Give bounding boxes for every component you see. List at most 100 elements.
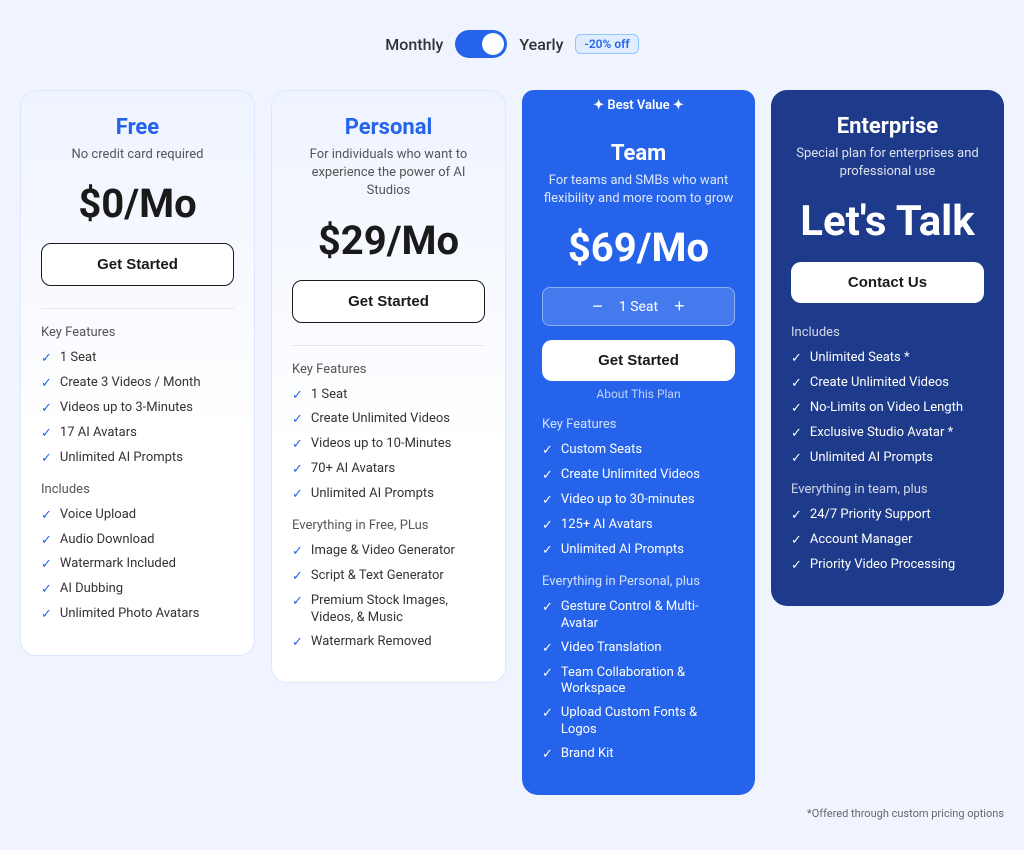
- check-icon: ✓: [292, 594, 303, 611]
- team-about-plan[interactable]: About This Plan: [542, 387, 735, 401]
- check-icon: ✓: [791, 451, 802, 468]
- check-icon: ✓: [542, 641, 553, 658]
- list-item: ✓No-Limits on Video Length: [791, 400, 984, 418]
- personal-plan-description: For individuals who want to experience t…: [292, 146, 485, 201]
- check-icon: ✓: [542, 666, 553, 683]
- list-item: ✓Custom Seats: [542, 442, 735, 460]
- enterprise-key-features-title: Includes: [791, 325, 984, 340]
- list-item: ✓Upload Custom Fonts & Logos: [542, 705, 735, 739]
- check-icon: ✓: [292, 437, 303, 454]
- enterprise-price-alt: Let's Talk: [791, 197, 984, 246]
- team-plan-description: For teams and SMBs who want flexibility …: [542, 172, 735, 208]
- check-icon: ✓: [542, 518, 553, 535]
- free-plan-card: Free No credit card required $0/Mo Get S…: [20, 90, 255, 656]
- yearly-label: Yearly: [519, 35, 563, 54]
- personal-key-features-list: ✓1 Seat ✓Create Unlimited Videos ✓Videos…: [292, 387, 485, 504]
- seat-increment-button[interactable]: +: [674, 296, 685, 317]
- check-icon: ✓: [292, 635, 303, 652]
- list-item: ✓Premium Stock Images, Videos, & Music: [292, 593, 485, 627]
- list-item: ✓Watermark Removed: [292, 634, 485, 652]
- check-icon: ✓: [791, 376, 802, 393]
- check-icon: ✓: [292, 462, 303, 479]
- team-plan-card: ✦ Best Value ✦ Team For teams and SMBs w…: [522, 90, 755, 795]
- list-item: ✓Account Manager: [791, 532, 984, 550]
- list-item: ✓Videos up to 10-Minutes: [292, 436, 485, 454]
- list-item: ✓Videos up to 3-Minutes: [41, 400, 234, 418]
- personal-key-features-title: Key Features: [292, 362, 485, 377]
- list-item: ✓Voice Upload: [41, 507, 234, 525]
- free-get-started-button[interactable]: Get Started: [41, 243, 234, 286]
- list-item: ✓Create Unlimited Videos: [791, 375, 984, 393]
- monthly-label: Monthly: [385, 35, 443, 54]
- check-icon: ✓: [542, 706, 553, 723]
- check-icon: ✓: [41, 426, 52, 443]
- enterprise-includes-title: Everything in team, plus: [791, 482, 984, 497]
- check-icon: ✓: [542, 600, 553, 617]
- check-icon: ✓: [791, 401, 802, 418]
- personal-includes-list: ✓Image & Video Generator ✓Script & Text …: [292, 543, 485, 651]
- list-item: ✓Create Unlimited Videos: [292, 411, 485, 429]
- enterprise-plan-name: Enterprise: [791, 114, 984, 139]
- list-item: ✓125+ AI Avatars: [542, 517, 735, 535]
- team-get-started-button[interactable]: Get Started: [542, 340, 735, 381]
- check-icon: ✓: [292, 487, 303, 504]
- personal-plan-card: Personal For individuals who want to exp…: [271, 90, 506, 683]
- list-item: ✓Video Translation: [542, 640, 735, 658]
- team-key-features-title: Key Features: [542, 417, 735, 432]
- personal-get-started-button[interactable]: Get Started: [292, 280, 485, 323]
- list-item: ✓1 Seat: [41, 350, 234, 368]
- footnote: *Offered through custom pricing options: [20, 807, 1004, 820]
- enterprise-key-features-list: ✓Unlimited Seats * ✓Create Unlimited Vid…: [791, 350, 984, 467]
- list-item: ✓Priority Video Processing: [791, 557, 984, 575]
- check-icon: ✓: [41, 533, 52, 550]
- list-item: ✓70+ AI Avatars: [292, 461, 485, 479]
- list-item: ✓Script & Text Generator: [292, 568, 485, 586]
- list-item: ✓Audio Download: [41, 532, 234, 550]
- enterprise-contact-us-button[interactable]: Contact Us: [791, 262, 984, 303]
- toggle-knob: [482, 33, 504, 55]
- check-icon: ✓: [542, 468, 553, 485]
- list-item: ✓Exclusive Studio Avatar *: [791, 425, 984, 443]
- team-plan-name: Team: [542, 141, 735, 166]
- list-item: ✓Unlimited AI Prompts: [292, 486, 485, 504]
- best-value-banner: ✦ Best Value ✦: [522, 90, 755, 121]
- check-icon: ✓: [41, 582, 52, 599]
- list-item: ✓Create Unlimited Videos: [542, 467, 735, 485]
- list-item: ✓24/7 Priority Support: [791, 507, 984, 525]
- team-includes-title: Everything in Personal, plus: [542, 574, 735, 589]
- list-item: ✓Image & Video Generator: [292, 543, 485, 561]
- check-icon: ✓: [41, 351, 52, 368]
- check-icon: ✓: [41, 451, 52, 468]
- list-item: ✓Team Collaboration & Workspace: [542, 665, 735, 699]
- check-icon: ✓: [41, 557, 52, 574]
- enterprise-plan-card: Enterprise Special plan for enterprises …: [771, 90, 1004, 606]
- list-item: ✓Create 3 Videos / Month: [41, 375, 234, 393]
- enterprise-spacer: [791, 309, 984, 325]
- enterprise-includes-list: ✓24/7 Priority Support ✓Account Manager …: [791, 507, 984, 575]
- seat-selector: − 1 Seat +: [542, 287, 735, 326]
- check-icon: ✓: [41, 508, 52, 525]
- check-icon: ✓: [292, 569, 303, 586]
- check-icon: ✓: [292, 388, 303, 405]
- free-key-features-title: Key Features: [41, 325, 234, 340]
- check-icon: ✓: [41, 401, 52, 418]
- billing-toggle[interactable]: [455, 30, 507, 58]
- team-plan-price: $69/Mo: [542, 224, 735, 271]
- seat-decrement-button[interactable]: −: [592, 296, 603, 317]
- check-icon: ✓: [292, 544, 303, 561]
- enterprise-plan-description: Special plan for enterprises and profess…: [791, 145, 984, 181]
- list-item: ✓Unlimited Seats *: [791, 350, 984, 368]
- free-includes-title: Includes: [41, 482, 234, 497]
- list-item: ✓Video up to 30-minutes: [542, 492, 735, 510]
- list-item: ✓AI Dubbing: [41, 581, 234, 599]
- billing-toggle-section: Monthly Yearly -20% off: [385, 30, 638, 58]
- discount-badge: -20% off: [575, 34, 638, 54]
- check-icon: ✓: [542, 443, 553, 460]
- list-item: ✓Unlimited AI Prompts: [542, 542, 735, 560]
- team-includes-list: ✓Gesture Control & Multi-Avatar ✓Video T…: [542, 599, 735, 764]
- list-item: ✓17 AI Avatars: [41, 425, 234, 443]
- check-icon: ✓: [542, 747, 553, 764]
- list-item: ✓Watermark Included: [41, 556, 234, 574]
- plans-container: Free No credit card required $0/Mo Get S…: [20, 90, 1004, 795]
- personal-divider: [292, 345, 485, 346]
